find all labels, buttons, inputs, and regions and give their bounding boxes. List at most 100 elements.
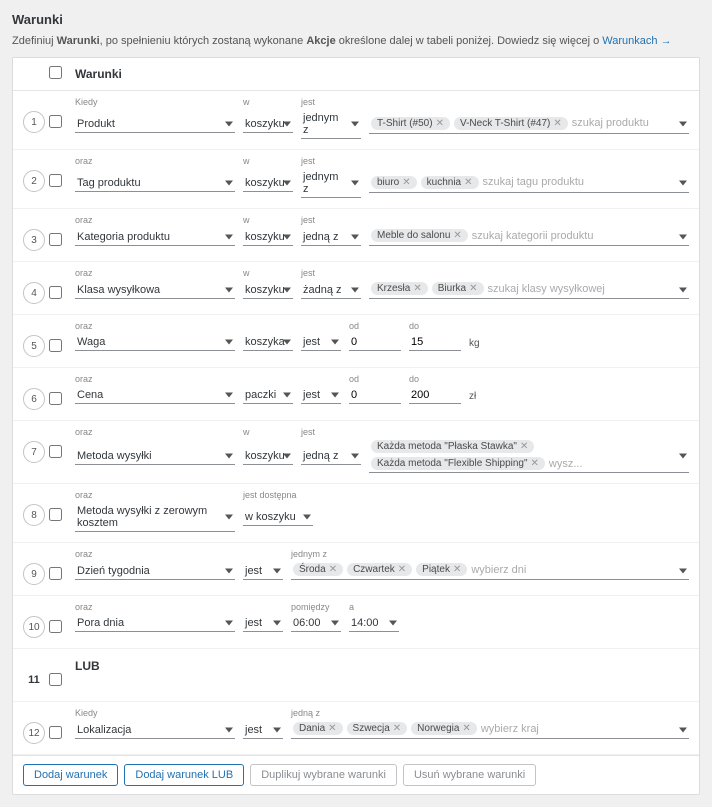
value-tag-input[interactable]: biuro✕ kuchnia✕ szukaj tagu produktu [369, 175, 689, 193]
row-checkbox[interactable] [49, 673, 62, 686]
what-select[interactable]: Waga [75, 334, 235, 351]
close-icon[interactable]: ✕ [453, 564, 461, 575]
row-checkbox[interactable] [49, 726, 62, 739]
duplicate-button[interactable]: Duplikuj wybrane warunki [250, 764, 397, 786]
close-icon[interactable]: ✕ [436, 118, 444, 129]
what-select[interactable]: Dzień tygodnia [75, 563, 235, 580]
scope-select[interactable]: paczki [243, 387, 293, 404]
row-number: 12 [23, 722, 45, 744]
op-select[interactable]: żadną z [301, 282, 361, 299]
or-separator-label: LUB [75, 655, 689, 673]
tag[interactable]: Czwartek✕ [347, 563, 412, 576]
close-icon[interactable]: ✕ [553, 118, 561, 129]
tag[interactable]: Szwecja✕ [347, 722, 408, 735]
scope-select[interactable]: koszyku [243, 116, 293, 133]
time-to-select[interactable]: 14:00 [349, 615, 399, 632]
placeholder: wybierz kraj [481, 723, 539, 735]
placeholder: wysz... [549, 458, 583, 470]
value-tag-input[interactable]: Środa✕ Czwartek✕ Piątek✕ wybierz dni [291, 562, 689, 580]
select-all-checkbox[interactable] [49, 66, 62, 79]
row-checkbox[interactable] [49, 174, 62, 187]
tag[interactable]: Piątek✕ [416, 563, 467, 576]
delete-button[interactable]: Usuń wybrane warunki [403, 764, 536, 786]
close-icon[interactable]: ✕ [329, 564, 337, 575]
to-input[interactable] [409, 387, 461, 404]
tag[interactable]: Meble do salonu✕ [371, 229, 468, 242]
what-select[interactable]: Cena [75, 387, 235, 404]
row-checkbox[interactable] [49, 339, 62, 352]
row-checkbox[interactable] [49, 567, 62, 580]
tag[interactable]: Norwegia✕ [411, 722, 477, 735]
row-checkbox[interactable] [49, 620, 62, 633]
scope-select[interactable]: koszyka [243, 334, 293, 351]
tag[interactable]: Dania✕ [293, 722, 343, 735]
table-row: 12 Kiedy jedną z Lokalizacja jest Dania✕… [13, 702, 699, 755]
tag[interactable]: kuchnia✕ [421, 176, 479, 189]
close-icon[interactable]: ✕ [393, 723, 401, 734]
tag[interactable]: biuro✕ [371, 176, 417, 189]
value-tag-input[interactable]: Krzesła✕ Biurka✕ szukaj klasy wysyłkowej [369, 281, 689, 299]
value-tag-input[interactable]: T-Shirt (#50)✕ V-Neck T-Shirt (#47)✕ szu… [369, 116, 689, 134]
to-input[interactable] [409, 334, 461, 351]
tag[interactable]: V-Neck T-Shirt (#47)✕ [454, 117, 568, 130]
row-checkbox[interactable] [49, 233, 62, 246]
scope-select[interactable]: koszyku [243, 282, 293, 299]
close-icon[interactable]: ✕ [520, 441, 528, 452]
close-icon[interactable]: ✕ [398, 564, 406, 575]
row-number: 4 [23, 282, 45, 304]
tag[interactable]: Każda metoda "Flexible Shipping"✕ [371, 457, 545, 470]
close-icon[interactable]: ✕ [464, 177, 472, 188]
close-icon[interactable]: ✕ [462, 723, 470, 734]
from-input[interactable] [349, 387, 401, 404]
what-select[interactable]: Metoda wysyłki [75, 448, 235, 465]
op-select[interactable]: jest [243, 722, 283, 739]
tag[interactable]: Każda metoda "Płaska Stawka"✕ [371, 440, 534, 453]
close-icon[interactable]: ✕ [531, 458, 539, 469]
op-select[interactable]: jedną z [301, 229, 361, 246]
op-select[interactable]: jest [301, 387, 341, 404]
what-select[interactable]: Pora dnia [75, 615, 235, 632]
scope-select[interactable]: koszyku [243, 448, 293, 465]
row-number: 2 [23, 170, 45, 192]
value-tag-input[interactable]: Każda metoda "Płaska Stawka"✕ Każda meto… [369, 440, 689, 473]
row-number: 1 [23, 111, 45, 133]
close-icon[interactable]: ✕ [469, 283, 477, 294]
close-icon[interactable]: ✕ [402, 177, 410, 188]
op-select[interactable]: jednym z [301, 169, 361, 198]
value-tag-input[interactable]: Dania✕ Szwecja✕ Norwegia✕ wybierz kraj [291, 721, 689, 739]
tag[interactable]: Środa✕ [293, 563, 343, 576]
close-icon[interactable]: ✕ [328, 723, 336, 734]
value-tag-input[interactable]: Meble do salonu✕ szukaj kategorii produk… [369, 228, 689, 246]
add-condition-button[interactable]: Dodaj warunek [23, 764, 118, 786]
add-condition-or-button[interactable]: Dodaj warunek LUB [124, 764, 244, 786]
scope-select[interactable]: koszyku [243, 175, 293, 192]
what-select[interactable]: Lokalizacja [75, 722, 235, 739]
op-select[interactable]: jedną z [301, 448, 361, 465]
close-icon[interactable]: ✕ [453, 230, 461, 241]
op-select[interactable]: jednym z [301, 110, 361, 139]
tag[interactable]: Krzesła✕ [371, 282, 428, 295]
row-checkbox[interactable] [49, 508, 62, 521]
what-select[interactable]: Metoda wysyłki z zerowym kosztem [75, 503, 235, 532]
what-select[interactable]: Klasa wysyłkowa [75, 282, 235, 299]
time-from-select[interactable]: 06:00 [291, 615, 341, 632]
scope-select[interactable]: w koszyku [243, 509, 313, 526]
tag[interactable]: T-Shirt (#50)✕ [371, 117, 450, 130]
table-row: 10 oraz pomiędzy a Pora dnia jest 06:00 … [13, 596, 699, 649]
close-icon[interactable]: ✕ [413, 283, 421, 294]
from-input[interactable] [349, 334, 401, 351]
conditions-help-link[interactable]: Warunkach → [602, 35, 671, 47]
row-number: 3 [23, 229, 45, 251]
what-select[interactable]: Produkt [75, 116, 235, 133]
row-checkbox[interactable] [49, 286, 62, 299]
scope-select[interactable]: koszyku [243, 229, 293, 246]
row-checkbox[interactable] [49, 392, 62, 405]
row-checkbox[interactable] [49, 115, 62, 128]
what-select[interactable]: Kategoria produktu [75, 229, 235, 246]
what-select[interactable]: Tag produktu [75, 175, 235, 192]
row-checkbox[interactable] [49, 445, 62, 458]
tag[interactable]: Biurka✕ [432, 282, 484, 295]
op-select[interactable]: jest [243, 615, 283, 632]
op-select[interactable]: jest [301, 334, 341, 351]
op-select[interactable]: jest [243, 563, 283, 580]
